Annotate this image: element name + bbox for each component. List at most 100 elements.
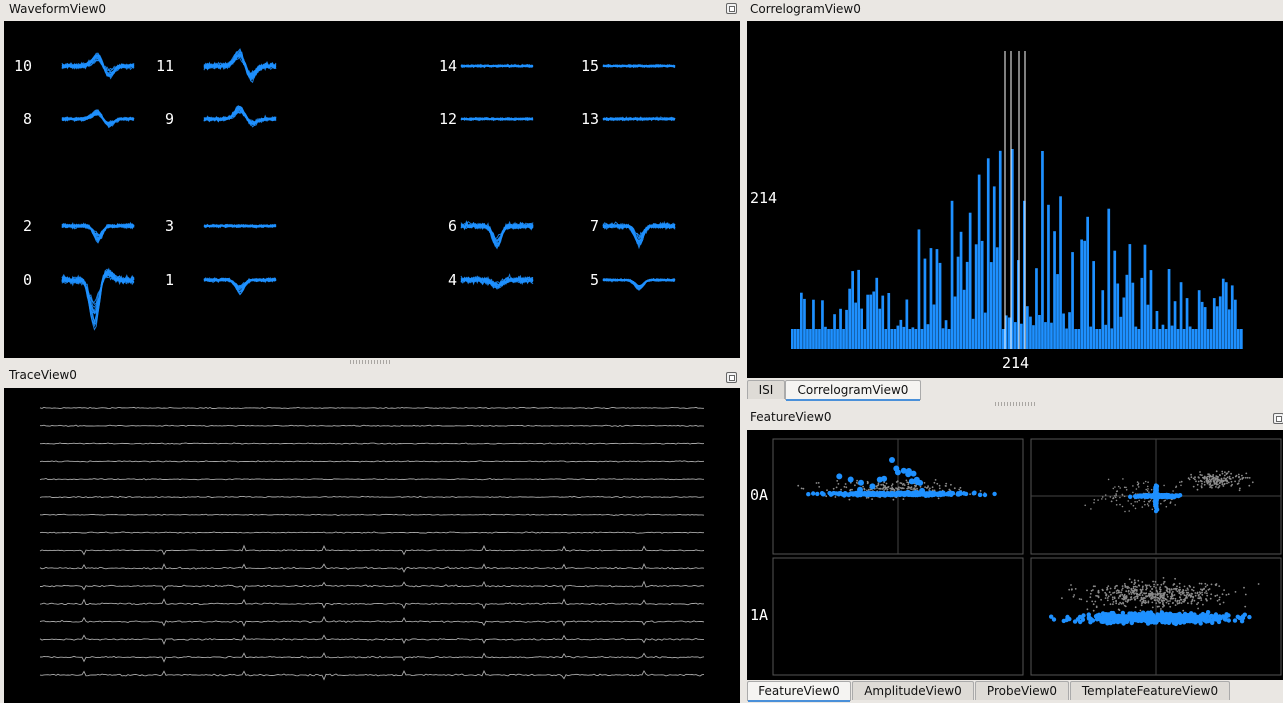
feature-point: [1209, 475, 1212, 478]
trace-dock-title[interactable]: TraceView0: [0, 366, 741, 384]
feature-point: [1142, 482, 1145, 484]
feature-plot: [772, 438, 1282, 676]
feature-canvas[interactable]: 0A 1A: [747, 430, 1283, 680]
feature-point: [1248, 477, 1251, 479]
feature-point: [1171, 597, 1173, 600]
feature-point: [1192, 477, 1195, 480]
trace-canvas[interactable]: [4, 388, 740, 703]
feature-point: [863, 488, 866, 491]
feature-point: [925, 487, 928, 489]
feature-point: [1215, 486, 1217, 488]
tab-template-feature[interactable]: TemplateFeatureView0: [1070, 681, 1230, 700]
feature-point: [1175, 485, 1178, 488]
feature-float-button[interactable]: [1273, 413, 1283, 424]
feature-point: [1160, 619, 1165, 625]
feature-point: [1146, 485, 1149, 488]
tab-feature[interactable]: FeatureView0: [747, 681, 851, 702]
feature-point: [1199, 473, 1202, 476]
feature-point: [1158, 605, 1160, 608]
feature-point: [889, 457, 895, 463]
feature-point: [871, 498, 873, 500]
feature-point: [1094, 600, 1097, 603]
feature-point: [1169, 605, 1172, 608]
waveform-channel-13: 13: [581, 110, 676, 128]
feature-point: [1182, 611, 1188, 617]
feature-point: [1093, 498, 1096, 501]
feature-point: [910, 470, 917, 477]
feature-point: [1178, 600, 1181, 602]
correlogram-bar: [1092, 261, 1095, 349]
feature-point: [800, 487, 803, 490]
tab-isi[interactable]: ISI: [747, 380, 785, 399]
waveform-float-button[interactable]: [726, 3, 737, 14]
correlogram-x-label: 214: [1002, 354, 1030, 372]
feature-point: [1086, 600, 1088, 603]
feature-point: [1176, 601, 1178, 603]
correlogram-bar: [1206, 329, 1210, 349]
waveform-channel-14: 14: [439, 57, 534, 75]
feature-point: [992, 491, 997, 497]
feature-point: [1121, 494, 1124, 496]
feature-point: [1215, 482, 1218, 485]
feature-point: [1191, 600, 1193, 602]
feature-point: [1194, 594, 1197, 597]
waveform-channel-label: 2: [23, 217, 32, 235]
feature-point: [826, 489, 828, 492]
waveform-resize-grip[interactable]: [350, 360, 390, 364]
feature-point: [885, 482, 888, 485]
feature-point: [1178, 582, 1181, 585]
feature-point: [1172, 490, 1174, 492]
waveform-channel-4: 4: [448, 271, 534, 290]
feature-point: [1115, 504, 1118, 506]
feature-point: [1116, 592, 1118, 594]
waveform-canvas[interactable]: 10 11 14 15 8 9 12 13 2 3 6 7 0 1 4 5: [4, 21, 740, 358]
feature-point: [1221, 470, 1224, 473]
trace-float-button[interactable]: [726, 372, 737, 383]
feature-point: [858, 479, 864, 486]
feature-point: [1228, 475, 1231, 478]
correlogram-bar: [929, 248, 933, 349]
feature-point: [1185, 589, 1187, 592]
feature-point: [1112, 601, 1115, 603]
feature-point: [1122, 601, 1124, 604]
feature-point: [1208, 588, 1211, 590]
feature-point: [1232, 618, 1238, 623]
feature-point: [797, 484, 800, 487]
tab-amplitude[interactable]: AmplitudeView0: [852, 681, 974, 700]
feature-point: [1065, 614, 1070, 620]
feature-point: [1138, 584, 1141, 587]
trace-channel: [39, 634, 705, 646]
tab-probe[interactable]: ProbeView0: [975, 681, 1069, 700]
feature-point: [1222, 479, 1225, 482]
feature-point: [1223, 482, 1226, 485]
correlogram-dock-title[interactable]: CorrelogramView0: [745, 0, 1283, 18]
correlogram-resize-grip[interactable]: [995, 402, 1035, 406]
waveform-plot: 10 11 14 158 9 12 132 3 6 70 1 4 5: [14, 48, 676, 331]
feature-point: [1203, 588, 1205, 590]
feature-point: [1153, 487, 1158, 492]
feature-point: [871, 491, 877, 496]
feature-point: [1132, 485, 1134, 487]
correlogram-bar: [1173, 301, 1177, 349]
feature-point: [1130, 503, 1132, 505]
tab-correlogram[interactable]: CorrelogramView0: [785, 380, 921, 401]
waveform-channel-label: 4: [448, 271, 457, 289]
feature-point: [1218, 585, 1221, 587]
correlogram-canvas[interactable]: 214 214: [747, 21, 1283, 378]
feature-point: [1078, 619, 1083, 625]
feature-point: [1188, 615, 1193, 620]
feature-point: [1095, 605, 1098, 608]
feature-point: [1138, 499, 1140, 502]
feature-point: [1212, 480, 1215, 483]
correlogram-bar: [1158, 329, 1162, 349]
waveform-dock-title[interactable]: WaveformView0: [0, 0, 741, 18]
feature-dock-title[interactable]: FeatureView0: [745, 408, 1283, 426]
feature-point: [1152, 580, 1154, 583]
feature-point: [1136, 592, 1139, 595]
feature-point: [1107, 595, 1110, 598]
feature-point: [1127, 590, 1130, 593]
feature-point: [1174, 577, 1176, 580]
feature-point: [1079, 615, 1085, 620]
feature-point: [1137, 483, 1139, 486]
feature-point: [1226, 476, 1229, 479]
